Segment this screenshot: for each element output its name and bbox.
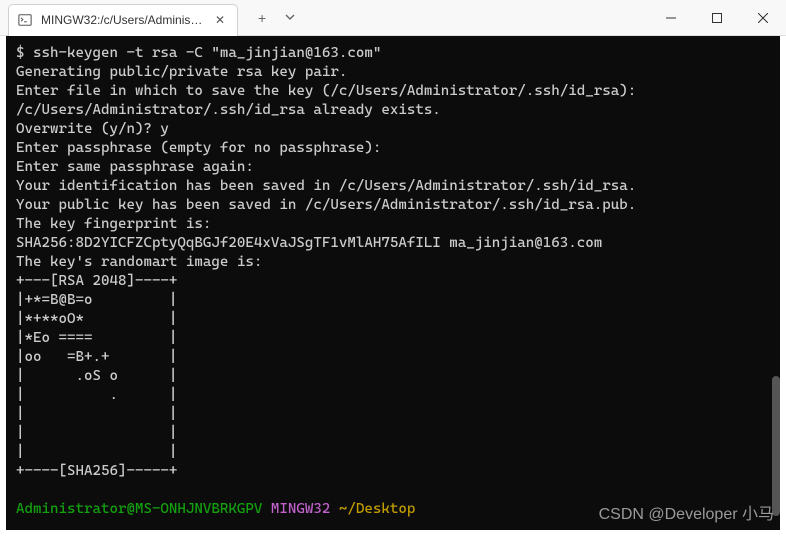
terminal-line: | |: [16, 425, 177, 441]
terminal-line: |*Eo ==== |: [16, 330, 177, 346]
tab-actions: +: [258, 10, 296, 26]
terminal-line: Overwrite (y/n)? y: [16, 121, 169, 137]
terminal-line: /c/Users/Administrator/.ssh/id_rsa alrea…: [16, 102, 441, 118]
tab-active[interactable]: MINGW32:/c/Users/Administrat ✕: [8, 4, 238, 36]
maximize-button[interactable]: [694, 2, 740, 34]
terminal-line: |+*=B@B=o |: [16, 292, 177, 308]
minimize-button[interactable]: [648, 2, 694, 34]
prompt-path: ~/Desktop: [339, 501, 415, 517]
terminal-line: Enter passphrase (empty for no passphras…: [16, 140, 381, 156]
terminal-line: The key's randomart image is:: [16, 254, 262, 270]
tab-dropdown-button[interactable]: [284, 10, 296, 26]
terminal-line: +----[SHA256]-----+: [16, 463, 177, 479]
close-tab-button[interactable]: ✕: [211, 11, 229, 29]
prompt-user: Administrator@MS-ONHJNVBRKGPV: [16, 501, 262, 517]
terminal-line: Enter file in which to save the key (/c/…: [16, 83, 636, 99]
terminal-line: SHA256:8D2YICFZCptyQqBGJf20E4xVaJSgTF1vM…: [16, 235, 602, 251]
terminal-output[interactable]: $ ssh-keygen -t rsa -C "ma_jinjian@163.c…: [6, 36, 780, 530]
terminal-window: MINGW32:/c/Users/Administrat ✕ + $ ssh-k…: [0, 0, 786, 536]
terminal-line: | |: [16, 406, 177, 422]
terminal-line: Your identification has been saved in /c…: [16, 178, 636, 194]
terminal-line: +---[RSA 2048]----+: [16, 273, 177, 289]
terminal-line: Generating public/private rsa key pair.: [16, 64, 347, 80]
terminal-line: The key fingerprint is:: [16, 216, 211, 232]
terminal-icon: [17, 12, 33, 28]
prompt-env: MINGW32: [271, 501, 330, 517]
terminal-line: | . |: [16, 387, 177, 403]
terminal-line: | |: [16, 444, 177, 460]
terminal-line: |*+**oO* |: [16, 311, 177, 327]
scrollbar-thumb[interactable]: [772, 376, 780, 516]
terminal-line: Your public key has been saved in /c/Use…: [16, 197, 636, 213]
terminal-line: Enter same passphrase again:: [16, 159, 254, 175]
titlebar: MINGW32:/c/Users/Administrat ✕ +: [0, 0, 786, 36]
close-button[interactable]: [740, 2, 786, 34]
terminal-line: | .oS o |: [16, 368, 177, 384]
new-tab-button[interactable]: +: [258, 10, 266, 26]
tab-title: MINGW32:/c/Users/Administrat: [41, 13, 203, 27]
terminal-line: |oo =B+.+ |: [16, 349, 177, 365]
terminal-line: $ ssh-keygen -t rsa -C "ma_jinjian@163.c…: [16, 45, 381, 61]
window-controls: [648, 2, 786, 34]
